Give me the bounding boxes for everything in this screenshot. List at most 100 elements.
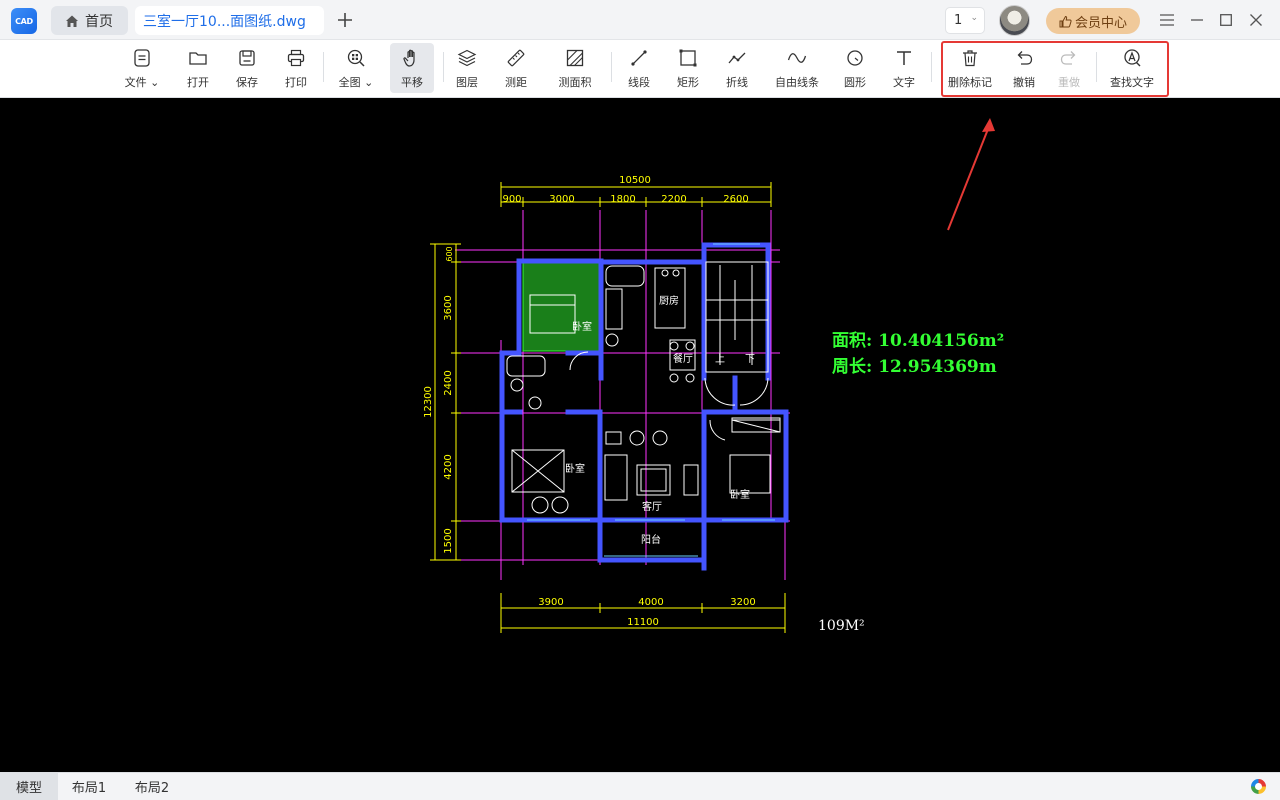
open-button[interactable]: 打开	[180, 43, 216, 93]
line-icon	[631, 50, 647, 66]
page-select-value: 1	[954, 13, 963, 28]
room-bedroom-2: 卧室	[565, 462, 585, 475]
room-balcony: 阳台	[641, 533, 661, 546]
stair-down: 下	[745, 354, 755, 365]
text-button[interactable]: 文字	[887, 43, 921, 93]
open-label: 打开	[187, 76, 209, 89]
dim-top-total: 10500	[619, 175, 651, 186]
hand-icon	[403, 49, 415, 67]
dim-bottom-total: 11100	[627, 617, 659, 628]
layout-tab-1[interactable]: 布局1	[58, 773, 120, 800]
area-readout: 面积: 10.404156m²	[832, 331, 1004, 351]
measure-distance-button[interactable]: 测距	[499, 43, 533, 93]
vip-center-button[interactable]: 会员中心	[1046, 8, 1140, 34]
line-segment-label: 线段	[628, 76, 650, 89]
measured-area-fill	[522, 262, 600, 352]
freehand-button[interactable]: 自由线条	[772, 43, 822, 93]
area-icon	[566, 49, 584, 67]
status-bar: 模型 布局1 布局2	[0, 772, 1280, 800]
polyline-label: 折线	[726, 76, 748, 89]
size-note: 109M²	[818, 618, 865, 634]
dim-bottom-2: 4000	[638, 597, 663, 608]
print-label: 打印	[285, 76, 307, 89]
plus-icon	[338, 13, 352, 27]
annotation-highlight-box	[941, 41, 1169, 97]
layers-button[interactable]: 图层	[450, 43, 484, 93]
polyline-icon	[728, 52, 746, 64]
measure-distance-label: 测距	[505, 76, 527, 89]
rectangle-button[interactable]: 矩形	[671, 43, 705, 93]
print-button[interactable]: 打印	[278, 43, 314, 93]
dim-left-5: 1500	[443, 528, 454, 553]
dim-bottom-3: 3200	[730, 597, 755, 608]
tab-file-label: 三室一厅10...面图纸.dwg	[143, 13, 306, 30]
maximize-button[interactable]	[1217, 11, 1235, 29]
room-kitchen: 厨房	[659, 294, 679, 307]
layers-icon	[457, 49, 477, 67]
dim-left-2: 3600	[443, 295, 454, 320]
fit-all-label: 全图	[338, 76, 361, 89]
circle-button[interactable]: 圆形	[838, 43, 872, 93]
floor-plan-drawing: 10500 900 3000 1800 2200 2600 12300 600 …	[423, 118, 1004, 634]
menu-button[interactable]	[1158, 11, 1176, 29]
drawing-canvas[interactable]: 10500 900 3000 1800 2200 2600 12300 600 …	[0, 98, 1280, 772]
measure-area-button[interactable]: 测面积	[554, 43, 596, 93]
chevron-down-icon: ⌄	[150, 76, 160, 89]
close-icon	[1250, 14, 1262, 26]
perimeter-readout: 周长: 12.954369m	[832, 356, 997, 377]
page-select[interactable]: 1 ⌄	[945, 7, 985, 34]
color-wheel-icon	[1251, 779, 1266, 794]
text-icon	[897, 51, 911, 65]
minimize-icon	[1191, 19, 1203, 21]
thumbs-up-icon	[1059, 15, 1072, 27]
app-logo: CAD	[11, 8, 37, 34]
dim-left-total: 12300	[423, 386, 434, 418]
file-label: 文件	[124, 76, 147, 89]
text-label: 文字	[893, 76, 915, 89]
avatar[interactable]	[999, 5, 1030, 36]
pan-label: 平移	[401, 76, 423, 89]
ruler-icon	[507, 49, 525, 67]
rectangle-label: 矩形	[677, 76, 699, 89]
dim-top-1: 900	[502, 194, 521, 205]
line-segment-button[interactable]: 线段	[622, 43, 656, 93]
polyline-button[interactable]: 折线	[720, 43, 754, 93]
home-icon	[66, 15, 78, 27]
dim-bottom-1: 3900	[538, 597, 563, 608]
maximize-icon	[1220, 14, 1232, 26]
tab-home[interactable]: 首页	[51, 6, 128, 35]
folder-icon	[189, 52, 207, 65]
layout-tab-model[interactable]: 模型	[0, 773, 58, 800]
layers-label: 图层	[456, 76, 478, 89]
tab-file[interactable]: 三室一厅10...面图纸.dwg	[135, 6, 324, 35]
save-button[interactable]: 保存	[229, 43, 265, 93]
room-bedroom-1: 卧室	[572, 320, 592, 333]
chevron-down-icon: ⌄	[364, 76, 374, 89]
layout-tab-2[interactable]: 布局2	[120, 773, 184, 800]
dim-top-2: 3000	[549, 194, 574, 205]
measure-area-label: 测面积	[558, 76, 592, 89]
dim-top-5: 2600	[723, 194, 748, 205]
close-button[interactable]	[1247, 11, 1265, 29]
annotation-arrow	[947, 123, 991, 231]
dim-left-3: 2400	[443, 370, 454, 395]
measurement-readout: 面积: 10.404156m² 周长: 12.954369m	[832, 331, 1004, 377]
dim-left-1: 600	[445, 246, 454, 261]
arrow-head-icon	[982, 118, 995, 132]
room-living: 客厅	[642, 500, 662, 513]
circle-label: 圆形	[844, 76, 866, 89]
printer-icon	[287, 49, 305, 67]
room-dining: 餐厅	[673, 352, 693, 365]
freehand-label: 自由线条	[775, 76, 819, 89]
minimize-button[interactable]	[1188, 11, 1206, 29]
add-tab-button[interactable]	[334, 8, 356, 32]
stair-up: 上	[715, 353, 725, 365]
menu-icon	[1160, 14, 1174, 26]
fit-all-button[interactable]: 全图 ⌄	[334, 43, 378, 93]
tab-home-label: 首页	[85, 13, 113, 30]
pan-button[interactable]: 平移	[390, 43, 434, 93]
save-label: 保存	[236, 76, 258, 89]
dim-top-4: 2200	[661, 194, 686, 205]
file-menu-button[interactable]: 文件 ⌄	[119, 43, 165, 93]
title-bar: CAD 首页 三室一厅10...面图纸.dwg 1 ⌄ 会员中心	[0, 0, 1280, 40]
